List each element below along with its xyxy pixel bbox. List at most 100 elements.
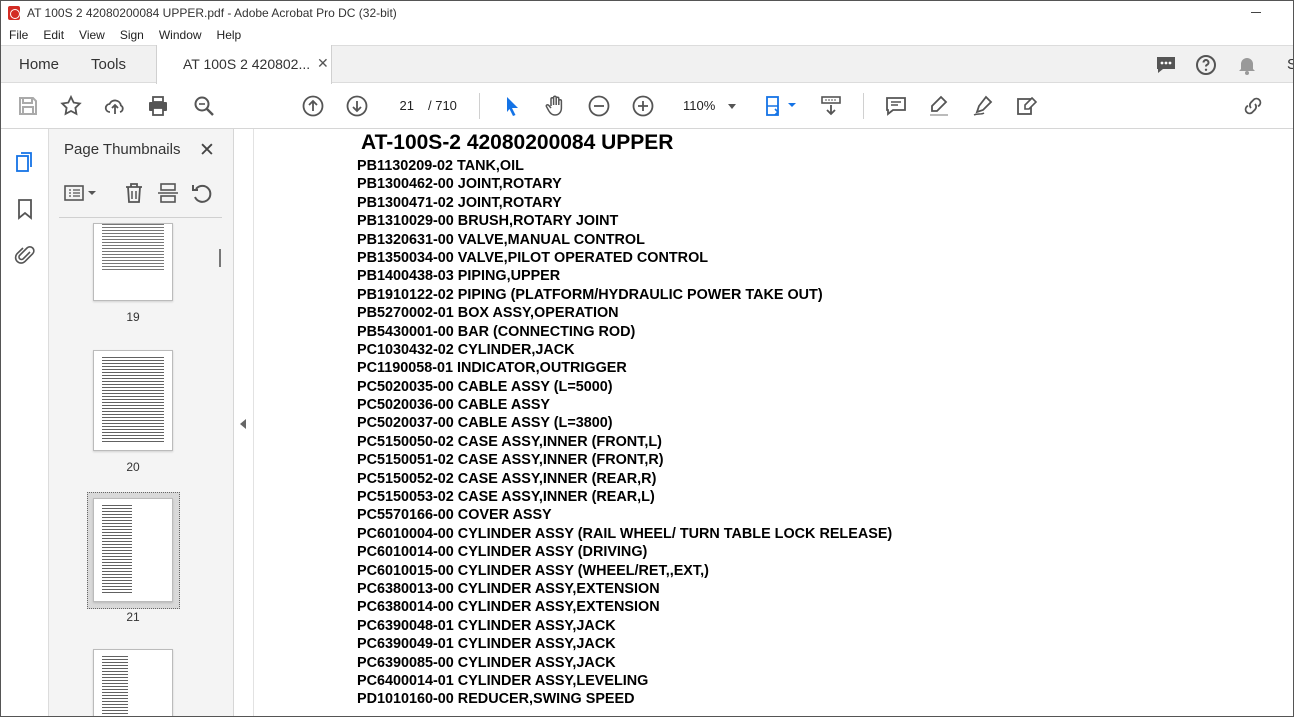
thumbnail-content [102, 505, 132, 595]
thumbnail-label: 19 [126, 310, 140, 324]
rotate-icon[interactable] [190, 181, 214, 205]
thumbnail-options-icon[interactable] [63, 181, 99, 205]
tab-bar: Home Tools AT 100S 2 420802... ✕ S [1, 45, 1293, 84]
page-number-input[interactable]: 21 [388, 94, 424, 118]
menu-sign[interactable]: Sign [120, 28, 144, 42]
zoom-out-icon[interactable] [587, 94, 611, 118]
document-scrollbar[interactable] [1283, 129, 1293, 716]
parts-list-item: PC5150051-02 CASE ASSY,INNER (FRONT,R) [357, 452, 664, 469]
thumbnail-page-21[interactable] [93, 498, 173, 602]
window-title: AT 100S 2 42080200084 UPPER.pdf - Adobe … [27, 6, 397, 20]
parts-list-item: PC6380013-00 CYLINDER ASSY,EXTENSION [357, 580, 660, 597]
thumbnail-content [102, 357, 164, 444]
document-view[interactable]: AT-100S-2 42080200084 UPPER PB1130209-02… [254, 129, 1293, 716]
draw-icon[interactable] [971, 94, 995, 118]
parts-list-item: PC5020036-00 CABLE ASSY [357, 397, 551, 414]
page-thumbnails-icon[interactable] [13, 150, 37, 174]
menu-window[interactable]: Window [159, 28, 202, 42]
zoom-in-icon[interactable] [631, 94, 655, 118]
navigation-rail [1, 129, 49, 716]
thumbnail-scrollbar[interactable] [217, 224, 227, 716]
page-total: / 710 [428, 98, 457, 113]
prev-page-icon[interactable] [301, 94, 325, 118]
parts-list-item: PB1310029-00 BRUSH,ROTARY JOINT [357, 213, 619, 230]
acrobat-app-icon [8, 6, 20, 20]
tab-overflow-label[interactable]: S [1287, 56, 1293, 73]
thumbnail-page-19[interactable] [93, 223, 173, 301]
parts-list-item: PB1400438-03 PIPING,UPPER [357, 268, 561, 285]
close-icon[interactable]: ✕ [199, 139, 215, 162]
fit-page-dropdown-icon[interactable] [787, 94, 797, 118]
parts-list-item: PC6390049-01 CYLINDER ASSY,JACK [357, 636, 616, 653]
chevron-left-icon[interactable] [240, 419, 246, 429]
help-icon[interactable] [1194, 53, 1218, 77]
chevron-down-icon[interactable] [728, 104, 736, 109]
parts-list-item: PC6390085-00 CYLINDER ASSY,JACK [357, 654, 616, 671]
select-cursor-icon[interactable] [500, 94, 524, 118]
panel-title: Page Thumbnails [64, 141, 181, 158]
next-page-icon[interactable] [345, 94, 369, 118]
tab-tools[interactable]: Tools [91, 56, 126, 73]
fit-page-icon[interactable] [763, 94, 787, 118]
parts-list-item: PB1300462-00 JOINT,ROTARY [357, 176, 562, 193]
thumbnail-scroll-handle[interactable] [219, 249, 221, 267]
fill-sign-icon[interactable] [1015, 94, 1039, 118]
thumbnail-content [102, 656, 128, 716]
main-toolbar: 21 / 710 110% [1, 84, 1293, 129]
zoom-search-icon[interactable] [192, 94, 216, 118]
bookmark-star-icon[interactable] [59, 94, 83, 118]
parts-list-item: PC5150053-02 CASE ASSY,INNER (REAR,L) [357, 489, 655, 506]
parts-list-item: PC6400014-01 CYLINDER ASSY,LEVELING [357, 672, 649, 689]
share-link-icon[interactable] [1241, 94, 1265, 118]
parts-list-item: PB1320631-00 VALVE,MANUAL CONTROL [357, 231, 645, 248]
bookmarks-icon[interactable] [13, 197, 37, 221]
page-thumbnails-panel: Page Thumbnails ✕ 19 20 21 [49, 129, 234, 716]
menu-bar: File Edit View Sign Window Help [1, 25, 1293, 45]
thumbnail-label: 21 [126, 610, 140, 624]
highlight-icon[interactable] [927, 94, 951, 118]
bell-icon[interactable] [1235, 53, 1259, 77]
add-comment-icon[interactable] [884, 94, 908, 118]
print-icon[interactable] [146, 94, 170, 118]
parts-list-item: PB1130209-02 TANK,OIL [357, 158, 524, 174]
toolbar-divider [479, 93, 480, 119]
parts-list-item: PC6390048-01 CYLINDER ASSY,JACK [357, 617, 616, 634]
parts-list-item: PC5570166-00 COVER ASSY [357, 507, 552, 524]
parts-list: PB1130209-02 TANK,OIL PB1300462-00 JOINT,… [357, 157, 892, 709]
parts-list-item: PC1190058-01 INDICATOR,OUTRIGGER [357, 360, 627, 377]
thumbnail-page-20[interactable] [93, 350, 173, 451]
toolbar-divider [863, 93, 864, 119]
menu-help[interactable]: Help [217, 28, 242, 42]
parts-list-item: PC5150050-02 CASE ASSY,INNER (FRONT,L) [357, 433, 662, 450]
attachments-icon[interactable] [13, 243, 37, 267]
parts-list-item: PB5430001-00 BAR (CONNECTING ROD) [357, 323, 636, 340]
parts-list-item: PC6010004-00 CYLINDER ASSY (RAIL WHEEL/ … [357, 525, 893, 542]
menu-view[interactable]: View [79, 28, 105, 42]
thumbnail-page-22[interactable] [93, 649, 173, 716]
comment-icon[interactable] [1154, 53, 1178, 77]
scroll-mode-icon[interactable] [819, 94, 843, 118]
parts-list-item: PC6010014-00 CYLINDER ASSY (DRIVING) [357, 544, 648, 561]
delete-icon[interactable] [122, 181, 146, 205]
minimize-button[interactable] [1247, 5, 1267, 19]
parts-list-item: PC5020037-00 CABLE ASSY (L=3800) [357, 415, 613, 432]
insert-page-icon[interactable] [156, 181, 180, 205]
save-icon[interactable] [16, 94, 40, 118]
menu-file[interactable]: File [9, 28, 28, 42]
tab-close-icon[interactable]: ✕ [317, 55, 329, 72]
acrobat-window: AT 100S 2 42080200084 UPPER.pdf - Adobe … [0, 0, 1294, 717]
panel-collapse-handle[interactable] [234, 129, 254, 716]
tab-home[interactable]: Home [19, 56, 59, 73]
document-heading: AT-100S-2 42080200084 UPPER [361, 131, 674, 154]
hand-icon[interactable] [543, 94, 567, 118]
parts-list-item: PB1350034-00 VALVE,PILOT OPERATED CONTRO… [357, 249, 709, 266]
tab-document[interactable]: AT 100S 2 420802... ✕ [156, 45, 332, 84]
parts-list-item: PC6010015-00 CYLINDER ASSY (WHEEL/RET,,E… [357, 562, 709, 579]
thumbnail-content [102, 224, 164, 270]
panel-divider [59, 217, 222, 218]
thumbnail-label: 20 [126, 460, 140, 474]
parts-list-item: PC5150052-02 CASE ASSY,INNER (REAR,R) [357, 470, 657, 487]
menu-edit[interactable]: Edit [43, 28, 64, 42]
upload-icon[interactable] [103, 94, 127, 118]
parts-list-item: PC1030432-02 CYLINDER,JACK [357, 341, 575, 358]
